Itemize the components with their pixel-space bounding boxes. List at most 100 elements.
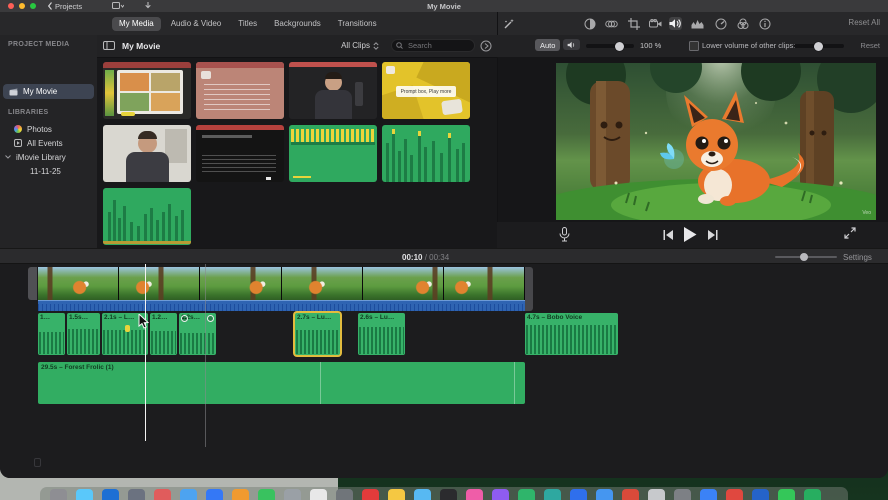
media-thumbnail-facecam-dark[interactable]: [289, 62, 377, 119]
dock-icon[interactable]: [180, 489, 197, 500]
fade-handle[interactable]: [181, 315, 188, 322]
sidebar-item-all-events[interactable]: All Events: [0, 136, 97, 150]
info-icon[interactable]: [758, 17, 771, 30]
volume-reset-button[interactable]: Reset: [860, 41, 880, 50]
dock-icon[interactable]: [544, 489, 561, 500]
clip-right-trim-handle[interactable]: [525, 267, 533, 311]
next-frame-button[interactable]: [708, 230, 718, 240]
clip-filter-dropdown[interactable]: All Clips: [341, 41, 379, 50]
waveform-graphic: [386, 129, 465, 182]
voiceover-mic-icon[interactable]: [559, 227, 570, 242]
dock-icon[interactable]: [128, 489, 145, 500]
reset-all-button[interactable]: Reset All: [848, 18, 880, 27]
timeline-settings-button[interactable]: Settings: [843, 253, 872, 262]
video-audio-waveform[interactable]: [38, 300, 525, 311]
tab-audio-video[interactable]: Audio & Video: [164, 17, 229, 31]
volume-slider-knob[interactable]: [615, 41, 624, 51]
dock-icon[interactable]: [50, 489, 67, 500]
crop-icon[interactable]: [627, 17, 640, 30]
media-thumbnail-audio-spiky[interactable]: [382, 125, 470, 182]
media-thumbnail-audio-wave[interactable]: [103, 188, 191, 245]
skimmer-line: [205, 264, 206, 447]
disclosure-chevron-icon: [5, 155, 11, 159]
dock-icon[interactable]: [752, 489, 769, 500]
background-music-clip[interactable]: 29.5s – Forest Frolic (1): [38, 362, 525, 404]
video-clip-filmstrip[interactable]: [38, 267, 525, 300]
dock-icon[interactable]: [310, 489, 327, 500]
tab-transitions[interactable]: Transitions: [331, 17, 384, 31]
previous-frame-button[interactable]: [663, 230, 673, 240]
audio-clip-selected[interactable]: 2.7s – Lu…: [295, 313, 340, 355]
dock-icon[interactable]: [258, 489, 275, 500]
sidebar-item-my-movie[interactable]: My Movie: [3, 84, 94, 99]
clip-label: 1.2…: [152, 314, 168, 321]
dock-icon[interactable]: [336, 489, 353, 500]
audio-clip[interactable]: 1.5s…: [67, 313, 100, 355]
dock-icon[interactable]: [388, 489, 405, 500]
color-correction-icon[interactable]: [605, 17, 618, 30]
sidebar-item-photos[interactable]: Photos: [0, 122, 97, 136]
mute-button[interactable]: [563, 39, 580, 50]
dock-icon[interactable]: [622, 489, 639, 500]
tab-backgrounds[interactable]: Backgrounds: [267, 17, 328, 31]
dock-icon[interactable]: [648, 489, 665, 500]
dock-icon[interactable]: [414, 489, 431, 500]
sidebar: PROJECT MEDIA My Movie LIBRARIES Photos …: [0, 35, 98, 248]
media-thumbnail-screen-grid[interactable]: [103, 62, 191, 119]
dock-icon[interactable]: [362, 489, 379, 500]
dock-icon[interactable]: [492, 489, 509, 500]
audio-clip[interactable]: 4.7s – Bobo Voice: [525, 313, 618, 355]
fullscreen-icon[interactable]: [844, 227, 856, 239]
dock-icon[interactable]: [76, 489, 93, 500]
dock-icon[interactable]: [466, 489, 483, 500]
media-thumbnail-notes[interactable]: [196, 62, 284, 119]
sidebar-item-event-11-11-25[interactable]: 11-11-25: [0, 164, 97, 178]
auto-volume-button[interactable]: Auto: [535, 39, 561, 51]
dock-icon[interactable]: [102, 489, 119, 500]
volume-slider[interactable]: [586, 44, 634, 48]
audio-clip[interactable]: 2.6s – Lu…: [358, 313, 405, 355]
fade-handle[interactable]: [207, 315, 214, 322]
media-thumbnail-yellow-promo[interactable]: Prompt box, Play more: [382, 62, 470, 119]
audio-clip[interactable]: 1.2s…: [179, 313, 216, 355]
dock-icon[interactable]: [440, 489, 457, 500]
dock-icon[interactable]: [674, 489, 691, 500]
hide-browser-icon[interactable]: [480, 40, 492, 52]
tab-my-media[interactable]: My Media: [112, 16, 161, 31]
noise-reduction-icon[interactable]: [691, 17, 704, 30]
clip-left-trim-handle[interactable]: [28, 267, 37, 300]
dock-icon[interactable]: [232, 489, 249, 500]
dock-icon[interactable]: [284, 489, 301, 500]
dock-icon[interactable]: [596, 489, 613, 500]
media-thumbnail-audio-yellow[interactable]: [289, 125, 377, 182]
dock-icon[interactable]: [804, 489, 821, 500]
dock-icon[interactable]: [700, 489, 717, 500]
search-field[interactable]: [391, 39, 475, 52]
search-input[interactable]: [406, 40, 470, 51]
dock-icon[interactable]: [206, 489, 223, 500]
dock-icon[interactable]: [726, 489, 743, 500]
lower-volume-checkbox[interactable]: [689, 41, 699, 51]
color-balance-icon[interactable]: [583, 17, 596, 30]
magic-wand-icon[interactable]: [502, 17, 515, 30]
sidebar-item-imovie-library[interactable]: iMovie Library: [0, 150, 97, 164]
dock-icon[interactable]: [518, 489, 535, 500]
filmstrip-frame: [362, 267, 444, 300]
clip-filter-icon[interactable]: [736, 17, 749, 30]
media-thumbnail-facecam-light[interactable]: [103, 125, 191, 182]
dock-icon[interactable]: [154, 489, 171, 500]
audio-clip[interactable]: 1…: [38, 313, 65, 355]
media-thumbnail-terminal[interactable]: [196, 125, 284, 182]
speed-icon[interactable]: [714, 17, 727, 30]
timeline-zoom-knob[interactable]: [800, 252, 808, 261]
sidebar-toggle-icon[interactable]: [103, 41, 115, 50]
volume-adjust-icon[interactable]: [669, 17, 682, 30]
dock-icon[interactable]: [778, 489, 795, 500]
stabilization-icon[interactable]: [649, 17, 662, 30]
tab-titles[interactable]: Titles: [231, 17, 264, 31]
lower-volume-slider-knob[interactable]: [814, 41, 823, 51]
play-button[interactable]: [683, 227, 697, 242]
audio-clip[interactable]: 1.2…: [150, 313, 177, 355]
playhead[interactable]: [145, 264, 146, 441]
dock-icon[interactable]: [570, 489, 587, 500]
